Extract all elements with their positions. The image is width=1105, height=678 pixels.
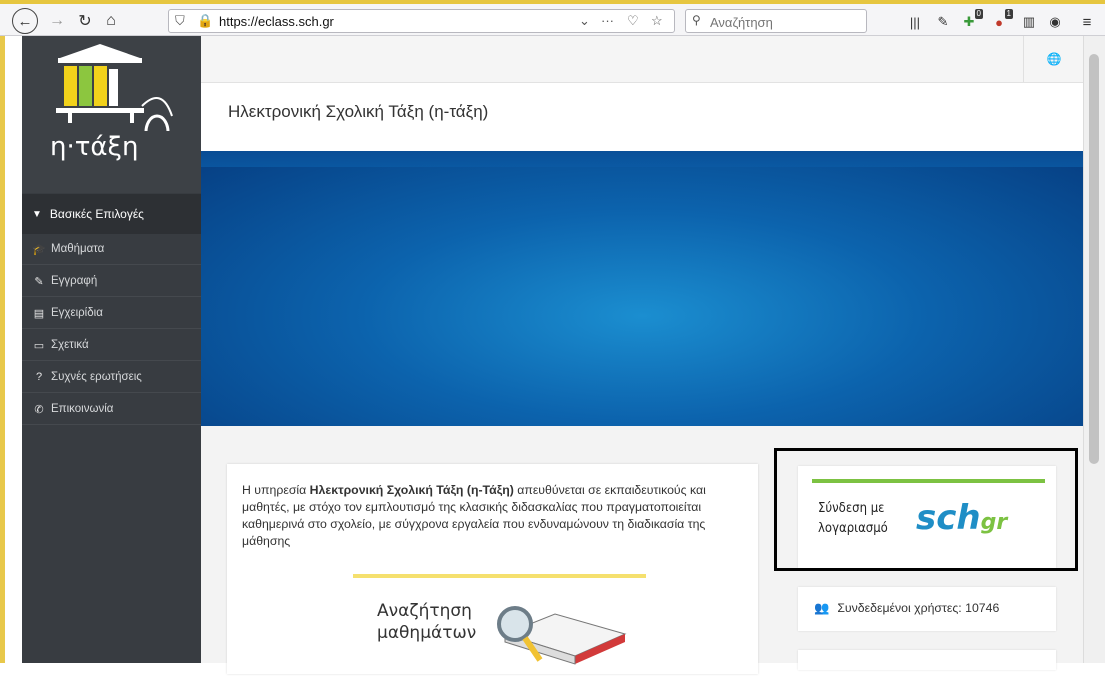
phone-icon: ✆: [34, 403, 44, 416]
sidebar-item-label: Εγχειρίδια: [51, 307, 103, 319]
forward-button[interactable]: →: [46, 10, 68, 32]
back-button[interactable]: ←: [12, 8, 38, 34]
sidebar-item-2[interactable]: ✎ Εγγραφή: [22, 266, 201, 297]
file-icon: ▤: [33, 307, 45, 320]
reload-button[interactable]: ↻: [74, 10, 96, 32]
sidebar-item-3[interactable]: ▤ Εγχειρίδια: [22, 298, 201, 329]
top-bar: 🌐: [201, 36, 1084, 83]
scrollbar-thumb[interactable]: [1089, 54, 1099, 464]
course-search-link[interactable]: Αναζήτηση μαθημάτων: [353, 574, 646, 678]
chevron-down-icon[interactable]: ⌄: [579, 13, 590, 29]
menu-header[interactable]: ▼ Βασικές Επιλογές: [22, 194, 201, 234]
search-input[interactable]: [708, 12, 862, 32]
pocket-icon[interactable]: ♡: [627, 13, 639, 29]
page-actions-icon[interactable]: ···: [601, 13, 614, 28]
adblock-icon[interactable]: ● 1: [990, 9, 1013, 31]
book-magnifier-icon: [497, 606, 627, 665]
eyedropper-icon[interactable]: ✎: [934, 13, 952, 31]
menu-header-label: Βασικές Επιλογές: [49, 207, 144, 221]
intro-text: Η υπηρεσία Ηλεκτρονική Σχολική Τάξη (η-Τ…: [242, 483, 706, 548]
browser-toolbar: ← → ↻ ⌂ ⛉ 🔒 https://eclass.sch.gr ⌄ ··· …: [0, 0, 1105, 36]
shield-icon[interactable]: ⛉: [175, 13, 185, 29]
home-button[interactable]: ⌂: [100, 10, 122, 32]
sidebar-item-1[interactable]: 🎓 Μαθήματα: [22, 234, 201, 265]
sidebar-item-6[interactable]: ✆ Επικοινωνία: [22, 394, 201, 425]
sidebar-item-label: Εγγραφή: [51, 275, 98, 287]
language-globe-icon[interactable]: 🌐: [1023, 36, 1084, 82]
library-icon[interactable]: |||: [906, 13, 924, 31]
logo-graphic: [56, 44, 173, 131]
bookmark-star-icon[interactable]: ☆: [651, 13, 663, 29]
sidebar-toggle-icon[interactable]: ▥: [1020, 13, 1038, 31]
service-name: Ηλεκτρονική Σχολική Τάξη (η-Τάξη): [309, 483, 514, 497]
intro-panel: Η υπηρεσία Ηλεκτρονική Σχολική Τάξη (η-Τ…: [227, 464, 758, 674]
window-accent: [0, 36, 5, 663]
lock-icon[interactable]: 🔒: [197, 13, 213, 29]
users-icon: 👥: [814, 601, 830, 615]
credit-card-icon: ▭: [33, 339, 45, 352]
logo-text: η·τάξη: [50, 132, 139, 162]
search-box[interactable]: ⚲: [685, 9, 867, 33]
sidebar-item-label: Σχετικά: [51, 339, 89, 351]
search-icon: ⚲: [692, 13, 701, 27]
sidebar-item-5[interactable]: ? Συχνές ερωτήσεις: [22, 362, 201, 393]
edit-icon: ✎: [34, 275, 44, 288]
url-text[interactable]: https://eclass.sch.gr: [219, 14, 334, 29]
hero-banner: [201, 151, 1084, 426]
menu-icon[interactable]: ≡: [1078, 13, 1096, 31]
site-logo[interactable]: η·τάξη: [22, 36, 201, 193]
extension-icon[interactable]: ✚ 0: [960, 9, 983, 31]
online-users-label: Συνδεδεμένοι χρήστες: 10746: [837, 601, 1000, 615]
chevron-down-icon: ▼: [32, 208, 42, 220]
sidebar-item-label: Επικοινωνία: [51, 403, 114, 415]
question-circle-icon: ?: [35, 371, 43, 383]
sidebar-item-label: Μαθήματα: [51, 243, 105, 255]
sidebar-item-label: Συχνές ερωτήσεις: [51, 371, 142, 383]
graduation-cap-icon: 🎓: [32, 243, 46, 256]
course-search-label: Αναζήτηση μαθημάτων: [377, 601, 477, 643]
page-scrollbar[interactable]: [1083, 36, 1105, 663]
sidebar-item-4[interactable]: ▭ Σχετικά: [22, 330, 201, 361]
page-title: Ηλεκτρονική Σχολική Τάξη (η-τάξη): [228, 102, 489, 121]
address-bar[interactable]: ⛉ 🔒 https://eclass.sch.gr ⌄ ··· ♡ ☆: [168, 9, 675, 33]
account-icon[interactable]: ◉: [1046, 13, 1064, 31]
highlight-box: [774, 448, 1078, 571]
sidebar: η·τάξη ▼ Βασικές Επιλογές 🎓 Μαθήματα ✎ Εγγρ…: [22, 36, 201, 663]
next-panel: [798, 650, 1056, 670]
online-users-panel: 👥 Συνδεδεμένοι χρήστες: 10746: [798, 587, 1056, 631]
